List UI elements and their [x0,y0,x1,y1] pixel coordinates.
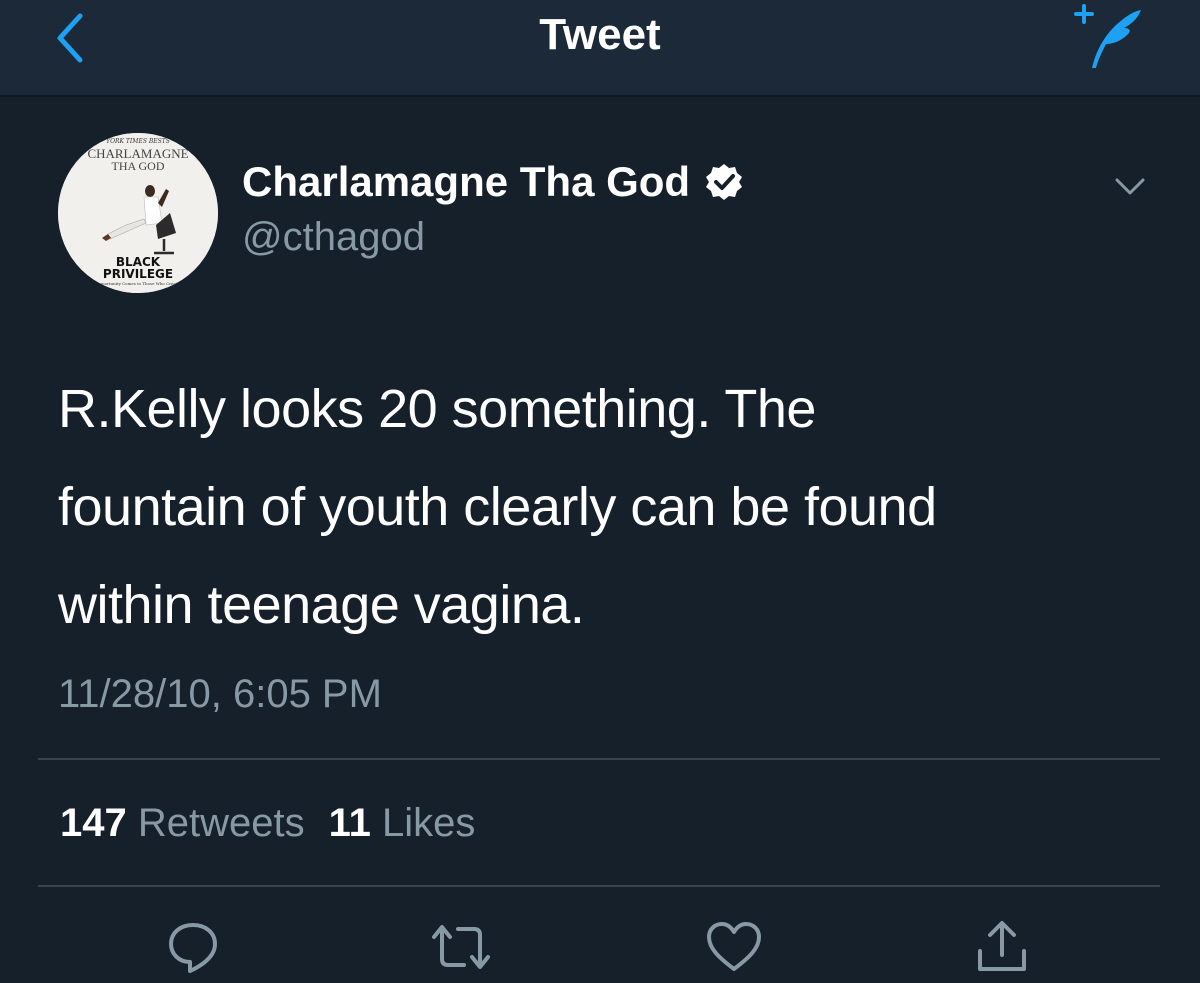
tweet-detail-screen: Tweet YORK TIMES BESTS CHARLAMAGNE THA G… [0,0,1200,983]
likes-count: 11 [328,801,371,845]
like-button[interactable] [699,914,769,980]
retweet-icon [432,925,490,969]
avatar-book-title-line2: PRIVILEGE [103,267,173,281]
author-name-row[interactable]: Charlamagne Tha God [242,158,744,206]
tweet-text: R.Kelly looks 20 something. The fountain… [58,360,1158,654]
tweet-timestamp: 11/28/10, 6:05 PM [58,672,382,716]
share-button[interactable] [967,914,1037,980]
reply-button[interactable] [158,914,228,980]
page-title: Tweet [539,10,661,59]
retweets-stat[interactable]: 147 Retweets [60,801,305,845]
tweet-text-line: R.Kelly looks 20 something. The [58,379,816,439]
chevron-down-icon [1115,178,1145,195]
avatar-book-subtitle: Opportunity Comes to Those Who Create [96,281,180,286]
book-cover-avatar-image: YORK TIMES BESTS CHARLAMAGNE THA GOD BLA… [58,133,218,293]
avatar[interactable]: YORK TIMES BESTS CHARLAMAGNE THA GOD BLA… [58,133,218,293]
tweet-text-line: fountain of youth clearly can be found [58,477,937,537]
divider [38,758,1160,760]
divider [38,885,1160,887]
compose-quill-icon [1074,4,1141,68]
nav-header: Tweet [0,0,1200,97]
compose-tweet-button[interactable] [1066,2,1146,74]
tweet-options-button[interactable] [1108,170,1152,204]
share-icon [978,921,1026,971]
avatar-banner-text: YORK TIMES BESTS [106,138,170,145]
verified-badge-icon [706,164,743,200]
reply-icon [169,923,217,973]
retweet-button[interactable] [426,914,496,980]
retweets-count: 147 [60,801,127,845]
retweets-label: Retweets [137,801,305,845]
likes-label: Likes [382,801,476,845]
engagement-stats: 147 Retweets 11 Likes [60,799,475,847]
author-handle[interactable]: @cthagod [242,213,425,261]
like-heart-icon [707,922,761,971]
tweet-text-line: within teenage vagina. [58,575,585,635]
likes-stat[interactable]: 11 Likes [329,801,476,845]
author-display-name: Charlamagne Tha God [242,158,691,205]
avatar-author-line2: THA GOD [112,159,165,173]
